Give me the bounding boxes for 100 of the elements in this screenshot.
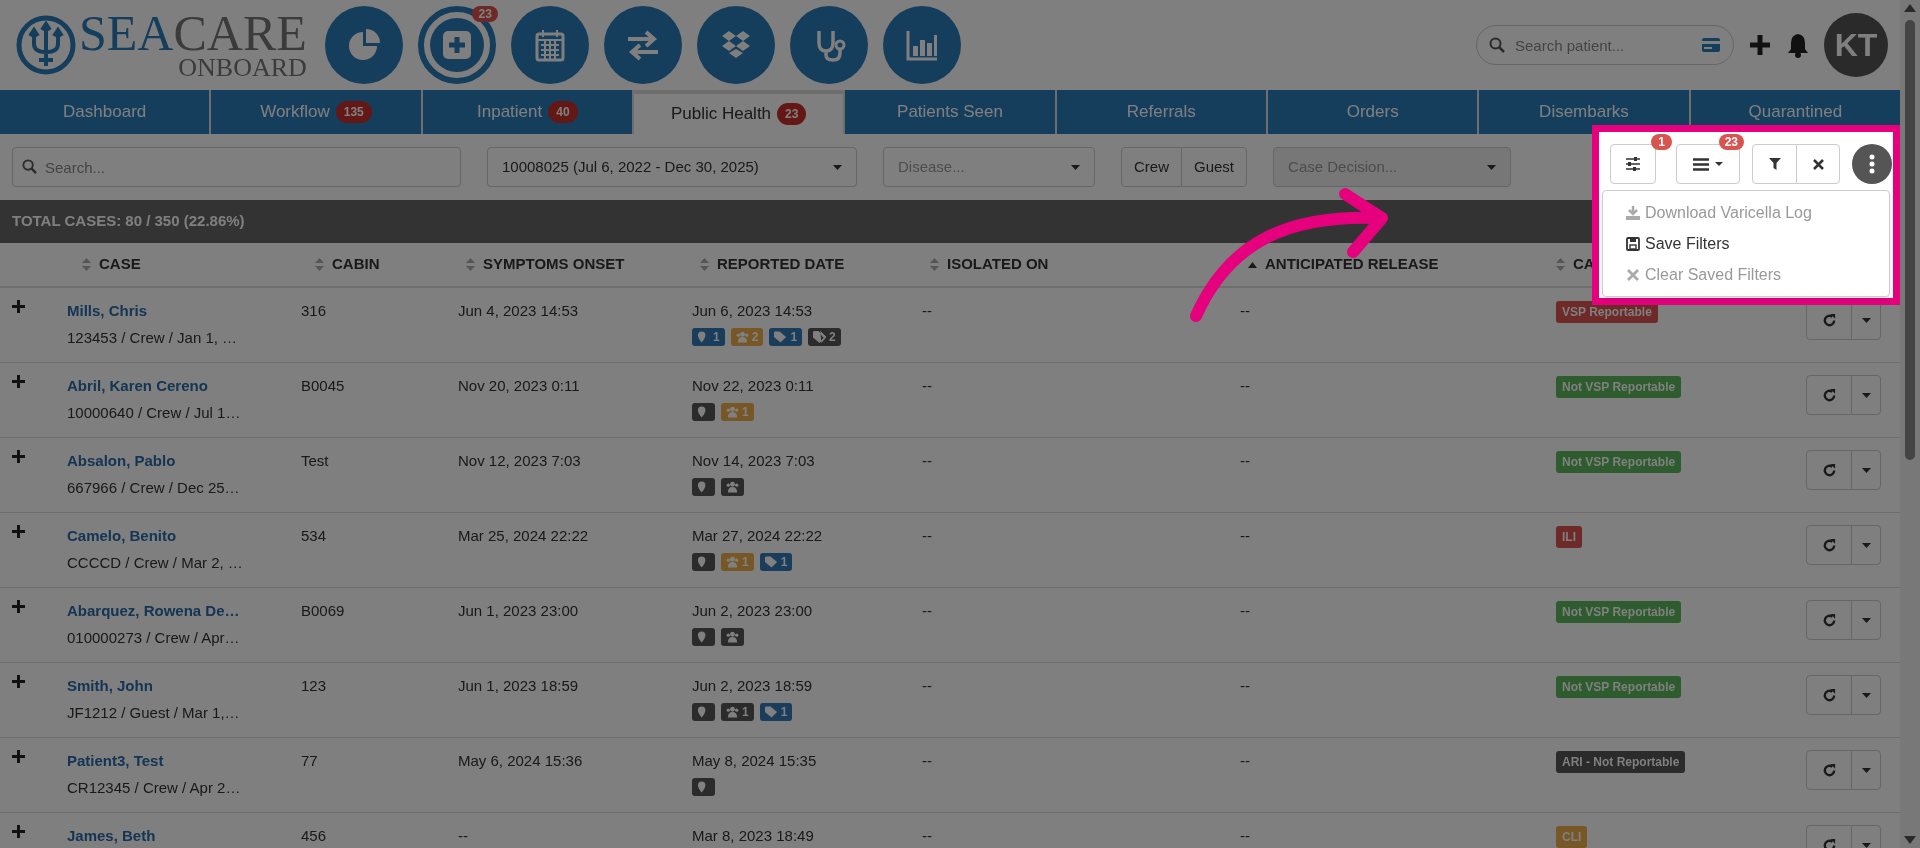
refresh-icon	[1821, 762, 1837, 778]
expand-plus-icon[interactable]	[12, 675, 25, 688]
count-badge: 40	[548, 101, 578, 123]
refresh-button[interactable]	[1806, 675, 1852, 715]
refresh-button[interactable]	[1806, 750, 1852, 790]
users-icon	[735, 330, 749, 343]
patient-name-link[interactable]: James, Beth	[67, 825, 301, 848]
refresh-icon	[1821, 387, 1837, 403]
column-header[interactable]: SYMPTOMS ONSET	[483, 253, 625, 276]
patient-search-field[interactable]: Search patient...	[1476, 25, 1734, 65]
list-icon	[1693, 157, 1709, 171]
patient-details: 010000273 / Crew / Apr…	[67, 627, 241, 648]
scrollbar[interactable]	[1900, 0, 1920, 848]
expand-plus-icon[interactable]	[12, 450, 25, 463]
expand-plus-icon[interactable]	[12, 825, 25, 838]
patient-name-link[interactable]: Abril, Karen Cereno	[67, 375, 301, 398]
tag-chip: 1	[721, 702, 754, 721]
patient-name-link[interactable]: Abarquez, Rowena De…	[67, 600, 301, 623]
tag-chip: 2	[730, 327, 764, 346]
table-cell-text: Nov 12, 2023 7:03	[458, 451, 582, 471]
refresh-button[interactable]	[1806, 375, 1852, 415]
apply-filter-button[interactable]	[1752, 144, 1797, 184]
expand-plus-icon[interactable]	[12, 525, 25, 538]
search-field[interactable]: Search...	[12, 147, 461, 187]
scroll-down-icon[interactable]	[1904, 836, 1916, 844]
table-cell-text: --	[922, 826, 933, 846]
nav-tab[interactable]: Disembarks	[1479, 90, 1689, 134]
patient-name-link[interactable]: Smith, John	[67, 675, 301, 698]
search-icon	[1489, 37, 1505, 53]
nav-tab[interactable]: Patients Seen	[845, 90, 1055, 134]
scroll-up-icon[interactable]	[1904, 4, 1916, 12]
column-header[interactable]: REPORTED DATE	[717, 253, 845, 276]
users-icon	[726, 405, 739, 418]
column-header[interactable]: ANTICIPATED RELEASE	[1265, 253, 1439, 276]
table-cell-text: 123	[301, 676, 328, 696]
close-icon	[1626, 267, 1640, 282]
nav-tab[interactable]: Workflow 135	[211, 90, 421, 134]
expand-plus-icon[interactable]	[12, 600, 25, 613]
table-cell-text: --	[1240, 301, 1251, 321]
nav-tab[interactable]: Public Health 23	[634, 94, 844, 134]
status-label: ILI	[1556, 526, 1582, 548]
expand-plus-icon[interactable]	[12, 375, 25, 388]
patient-details: CCCCD / Crew / Mar 2, …	[67, 552, 244, 573]
filter-settings-button[interactable]	[1610, 144, 1656, 184]
patient-details: 10000640 / Crew / Jul 1…	[67, 402, 242, 423]
table-cell-text: Nov 22, 2023 0:11	[692, 376, 814, 396]
patient-name-link[interactable]: Camelo, Benito	[67, 525, 301, 548]
toggle-button[interactable]: Guest	[1181, 147, 1248, 187]
column-header[interactable]: CASE	[99, 253, 141, 276]
column-header[interactable]: ISOLATED ON	[947, 253, 1049, 276]
status-label: Not VSP Reportable	[1556, 676, 1682, 698]
columns-menu-button[interactable]	[1676, 144, 1740, 184]
filter-icon	[1768, 158, 1781, 170]
nav-tab[interactable]: Orders	[1268, 90, 1478, 134]
users-icon	[726, 480, 739, 493]
users-icon	[726, 705, 739, 718]
table-cell-text: --	[1240, 451, 1251, 471]
nav-tab[interactable]: Inpatient 40	[422, 90, 632, 134]
user-avatar[interactable]: KT	[1824, 13, 1888, 77]
clear-filter-button[interactable]	[1796, 144, 1840, 184]
dropdown-toggle-button[interactable]	[1851, 525, 1881, 565]
voyage-dropdown[interactable]: 10008025 (Jul 6, 2022 - Dec 30, 2025)	[487, 147, 857, 187]
refresh-icon	[1821, 537, 1837, 553]
patient-name-link[interactable]: Absalon, Pablo	[67, 450, 301, 473]
dropdown-toggle-button[interactable]	[1851, 675, 1881, 715]
refresh-button[interactable]	[1806, 450, 1852, 490]
notification-badge: 23	[472, 6, 498, 22]
table-cell-text: Jun 1, 2023 18:59	[458, 676, 580, 696]
tag-chip: 1	[721, 552, 754, 571]
table-cell-text: --	[922, 451, 933, 471]
refresh-icon	[1821, 837, 1837, 848]
patient-name-link[interactable]: Patient3, Test	[67, 750, 301, 773]
column-header[interactable]: CABIN	[332, 253, 380, 276]
expand-plus-icon[interactable]	[12, 750, 25, 763]
patient-details: 667966 / Crew / Dec 25…	[67, 477, 241, 498]
refresh-icon	[1821, 687, 1837, 703]
toggle-button[interactable]: Crew	[1121, 147, 1182, 187]
more-options-button[interactable]	[1852, 144, 1892, 184]
users-icon	[726, 630, 739, 643]
dropdown-toggle-button[interactable]	[1851, 450, 1881, 490]
patient-details: CR12345 / Crew / Apr 2…	[67, 777, 242, 798]
dropdown-toggle-button[interactable]	[1851, 600, 1881, 640]
caret-down-icon	[1861, 467, 1871, 473]
app-icon-button[interactable]: 23	[417, 6, 496, 84]
patient-name-link[interactable]: Mills, Chris	[67, 300, 301, 323]
sliders-icon	[1625, 157, 1641, 171]
table-cell-text: --	[922, 601, 933, 621]
nav-tab[interactable]: Dashboard	[0, 90, 210, 134]
status-label: Not VSP Reportable	[1556, 376, 1682, 398]
caret-down-icon	[1715, 162, 1723, 166]
scroll-thumb[interactable]	[1905, 20, 1915, 460]
dropdown-toggle-button[interactable]	[1851, 375, 1881, 415]
refresh-button[interactable]	[1806, 600, 1852, 640]
nav-tab[interactable]: Referrals	[1056, 90, 1266, 134]
bell-icon[interactable]	[1786, 32, 1810, 58]
table-cell-text: 456	[301, 826, 328, 846]
expand-plus-icon[interactable]	[12, 300, 25, 313]
plus-icon[interactable]	[1748, 33, 1772, 57]
dropdown-toggle-button[interactable]	[1851, 750, 1881, 790]
refresh-button[interactable]	[1806, 525, 1852, 565]
